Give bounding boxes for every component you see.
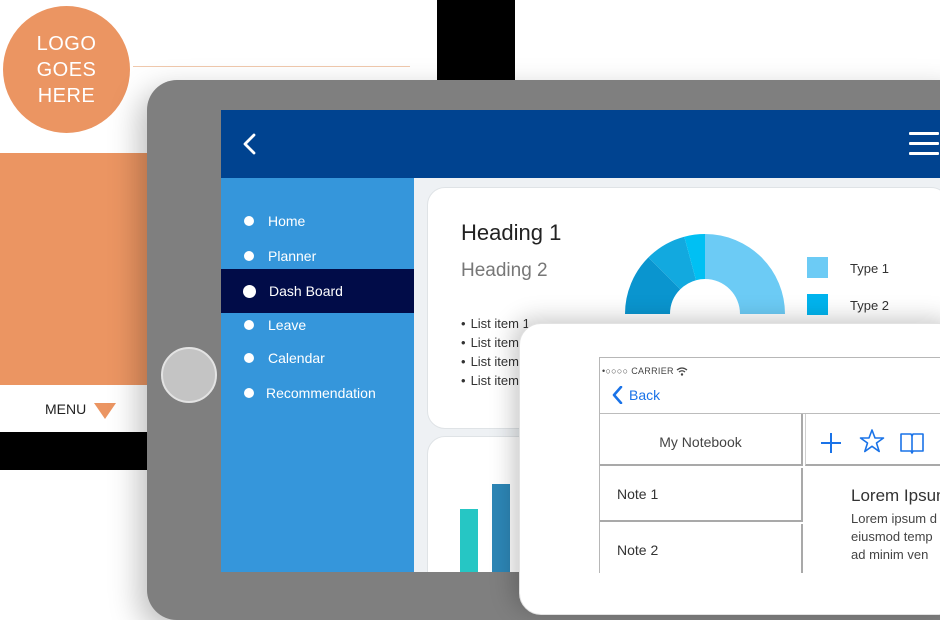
book-icon[interactable] — [899, 430, 925, 456]
header-divider — [133, 66, 410, 67]
plus-icon[interactable] — [818, 430, 844, 456]
chevron-left-icon — [612, 386, 623, 404]
legend-label: Type 2 — [850, 298, 890, 313]
bar-chart — [460, 484, 510, 572]
wifi-icon — [676, 367, 688, 376]
bar — [492, 484, 510, 572]
sidebar-item-home[interactable]: Home — [221, 203, 414, 239]
content-line: ad minim ven — [851, 547, 929, 562]
donut-segment — [705, 234, 785, 314]
legend-label: Type 1 — [850, 261, 890, 276]
bar — [460, 509, 478, 572]
legend-swatch — [807, 294, 828, 315]
logo-line: GOES — [36, 58, 97, 81]
list-item: List item 1 — [461, 314, 530, 333]
footer-bar — [0, 432, 150, 470]
note-title: Note 1 — [617, 486, 659, 502]
content-line: eiusmod temp — [851, 529, 933, 544]
chevron-left-icon[interactable] — [239, 132, 263, 156]
notebook-title: My Notebook — [600, 414, 803, 466]
sidebar-item-label: Calendar — [268, 350, 325, 366]
menu-arrow-icon[interactable] — [94, 403, 116, 419]
logo-line: HERE — [37, 84, 96, 107]
note-content-title: Lorem Ipsum — [851, 486, 940, 505]
content-line: Lorem ipsum d — [851, 511, 937, 526]
bullet-icon — [244, 388, 254, 398]
bullet-icon — [244, 353, 254, 363]
sidebar-item-recommendation[interactable]: Recommendation — [221, 375, 414, 411]
bullet-icon — [244, 320, 254, 330]
hamburger-menu-icon[interactable] — [909, 132, 939, 158]
menu-label[interactable]: MENU — [45, 401, 86, 417]
sidebar-item-label: Planner — [268, 248, 317, 264]
star-icon[interactable] — [859, 428, 885, 454]
bullet-icon — [244, 216, 254, 226]
bullet-icon — [243, 284, 256, 298]
back-label: Back — [629, 387, 661, 403]
hero-banner — [0, 153, 150, 385]
sidebar-item-label: Home — [268, 213, 306, 229]
card-heading-2: Heading 2 — [461, 260, 548, 281]
note-title: Note 2 — [617, 542, 659, 558]
toolbar — [805, 414, 940, 466]
note-content-body: Lorem ipsum d eiusmod temp ad minim ven … — [851, 510, 937, 573]
sidebar-item-label: Recommendation — [266, 385, 376, 401]
app-header — [221, 110, 940, 178]
bullet-icon — [244, 251, 254, 261]
sidebar-item-calendar[interactable]: Calendar — [221, 340, 414, 376]
phone-screen: •○○○○ CARRIER Back My Notebook Note 1 No… — [599, 357, 940, 573]
donut-chart — [625, 233, 785, 314]
card-heading-1: Heading 1 — [461, 220, 562, 245]
status-bar: •○○○○ CARRIER — [602, 366, 674, 376]
legend-swatch — [807, 257, 828, 278]
logo-line: LOGO — [36, 32, 97, 55]
note-row-1[interactable]: Note 1 — [600, 468, 803, 522]
logo: LOGO GOES HERE — [3, 6, 130, 133]
back-button[interactable]: Back — [612, 386, 660, 404]
sidebar-item-leave[interactable]: Leave — [221, 307, 414, 343]
sidebar: Home Planner Dash Board Leave Calendar R… — [221, 178, 414, 572]
tablet-home-button[interactable] — [161, 347, 217, 403]
sidebar-item-label: Leave — [268, 317, 307, 333]
sidebar-item-label: Dash Board — [269, 283, 343, 299]
black-banner — [437, 0, 515, 80]
note-row-2[interactable]: Note 2 — [600, 524, 803, 573]
